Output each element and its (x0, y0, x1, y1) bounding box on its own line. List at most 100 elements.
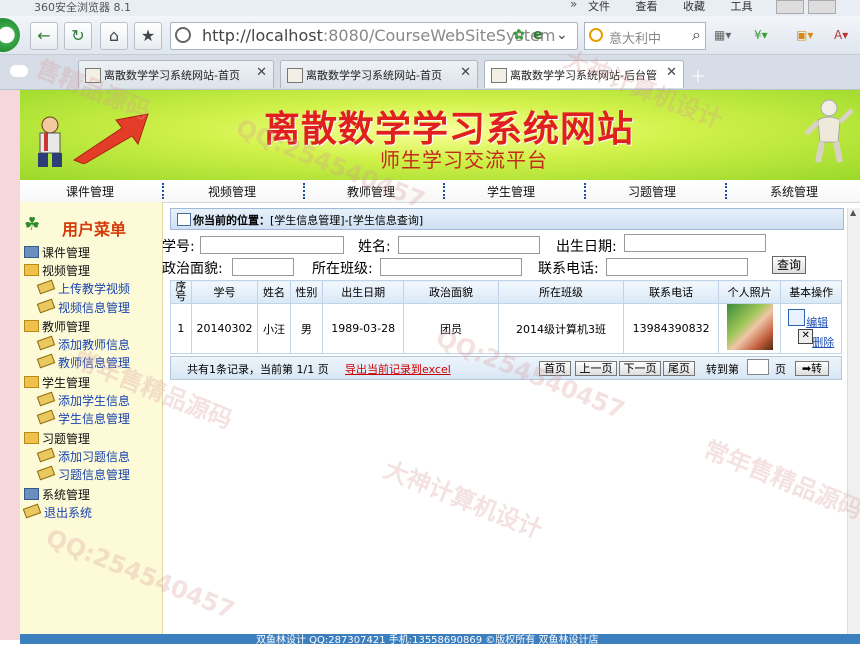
cloud-icon[interactable] (10, 65, 28, 77)
skin-icon[interactable] (776, 0, 804, 14)
sidebar-link-label: 上传教学视频 (58, 282, 131, 296)
browser-nav-bar: ← ↻ ⌂ ★ http://localhost:8080/CourseWebS… (0, 16, 860, 55)
prev-page-button[interactable]: 上一页 (575, 361, 617, 376)
sidebar-item-logout[interactable]: 退出系统 (22, 503, 92, 521)
page-favicon-icon (287, 68, 303, 83)
browser-logo-icon (0, 18, 20, 52)
sidebar-item-student[interactable]: 学生管理 (24, 374, 90, 391)
menu-tools[interactable]: 工具 (731, 0, 753, 13)
toolbar-translate-icon[interactable]: A▾ (834, 28, 848, 42)
next-page-button[interactable]: 下一页 (619, 361, 661, 376)
goto-page-input[interactable] (747, 359, 769, 375)
address-bar[interactable]: http://localhost:8080/CourseWebSiteSyste… (170, 22, 578, 50)
dropdown-chevron-icon[interactable]: ⌄ (556, 27, 568, 43)
first-page-button[interactable]: 首页 (539, 361, 571, 376)
new-tab-icon[interactable]: ＋ (690, 63, 706, 87)
sidebar-item-courseware[interactable]: 课件管理 (24, 244, 90, 261)
delete-icon[interactable]: ✕ (798, 329, 814, 344)
favorite-star-icon[interactable]: ★ (134, 22, 162, 50)
sidebar-item-label: 学生管理 (42, 376, 91, 390)
col-header-photo: 个人照片 (717, 280, 782, 304)
sidebar-item-upload-video[interactable]: 上传教学视频 (36, 279, 131, 297)
name-input[interactable] (398, 236, 540, 254)
sidebar-link-label: 学生信息管理 (58, 412, 131, 426)
delete-link[interactable]: 删除 (812, 334, 834, 350)
location-icon (177, 213, 191, 226)
tab-admin[interactable]: 离散数学学习系统网站-后台管 ✕ (484, 60, 684, 88)
cell-index: 1 (170, 303, 192, 354)
sidebar-item-label: 习题管理 (42, 432, 91, 446)
nav-video[interactable]: 视频管理 (162, 183, 302, 200)
address-url[interactable]: http://localhost:8080/CourseWebSiteSyste… (202, 26, 555, 45)
sidebar-item-add-student[interactable]: 添加学生信息 (36, 391, 131, 409)
nav-teacher[interactable]: 教师管理 (301, 183, 441, 200)
sidebar-item-teacher[interactable]: 教师管理 (24, 318, 90, 335)
export-excel-link[interactable]: 导出当前记录到excel (345, 361, 451, 377)
toolbar-money-icon[interactable]: ¥▾ (754, 28, 768, 42)
query-button[interactable]: 查询 (772, 256, 806, 274)
sidebar-item-student-manage[interactable]: 学生信息管理 (36, 409, 131, 427)
birth-input[interactable] (624, 234, 766, 252)
tab-home-1[interactable]: 离散数学学习系统网站-首页 ✕ (78, 60, 274, 88)
toolbar-grid-icon[interactable]: ▦▾ (714, 28, 731, 42)
sidebar-item-video[interactable]: 视频管理 (24, 262, 90, 279)
refresh-icon[interactable]: ↻ (64, 22, 92, 50)
class-select[interactable] (380, 258, 522, 276)
tab-home-2[interactable]: 离散数学学习系统网站-首页 ✕ (280, 60, 478, 88)
search-engine-icon[interactable] (589, 28, 603, 42)
toolbar-app-icon[interactable]: ▣▾ (796, 28, 813, 42)
nav-system[interactable]: 系统管理 (724, 183, 860, 200)
class-label: 所在班级: (312, 261, 373, 277)
edit-icon[interactable] (788, 309, 806, 326)
pencil-icon (36, 409, 56, 425)
sidebar-link-label: 教师信息管理 (58, 356, 131, 370)
close-tab-icon[interactable]: ✕ (460, 65, 471, 80)
last-page-button[interactable]: 尾页 (663, 361, 695, 376)
col-header-phone: 联系电话 (623, 280, 719, 304)
student-no-input[interactable] (200, 236, 344, 254)
student-photo (726, 304, 773, 350)
sidebar-item-add-exercise[interactable]: 添加习题信息 (36, 447, 130, 465)
political-select[interactable] (232, 258, 294, 276)
site-subtitle: 师生学习交流平台 (380, 148, 548, 172)
vertical-scrollbar[interactable]: ▲ (847, 208, 860, 640)
search-placeholder: 意大利中 (609, 32, 662, 47)
ie-mode-icon[interactable]: e (533, 27, 543, 43)
home-icon[interactable]: ⌂ (100, 22, 128, 50)
nav-student[interactable]: 学生管理 (441, 183, 581, 200)
web-page: 离散数学学习系统网站 师生学习交流平台 课件管理 视频管理 教师管理 学生管理 … (0, 90, 860, 646)
name-label: 姓名: (358, 239, 391, 255)
sidebar-item-exercise-manage[interactable]: 习题信息管理 (36, 465, 130, 483)
go-button[interactable]: ➡转 (795, 361, 829, 376)
sidebar-link-label: 添加学生信息 (58, 394, 131, 408)
birth-label: 出生日期: (556, 239, 617, 255)
phone-input[interactable] (606, 258, 748, 276)
close-tab-icon[interactable]: ✕ (666, 65, 677, 80)
search-box[interactable]: 意大利中 ⌕ (584, 22, 706, 50)
nav-exercise[interactable]: 习题管理 (582, 183, 722, 200)
cartoon-man-icon (38, 116, 62, 167)
menu-file[interactable]: 文件 (588, 0, 610, 13)
sidebar-item-teacher-manage[interactable]: 教师信息管理 (36, 353, 131, 371)
close-tab-icon[interactable]: ✕ (256, 65, 267, 80)
security-shield-icon (175, 27, 191, 43)
scroll-up-icon[interactable]: ▲ (850, 208, 856, 217)
nav-courseware[interactable]: 课件管理 (20, 183, 160, 200)
speedup-icon[interactable]: ✿ (513, 27, 525, 43)
menu-view[interactable]: 查看 (636, 0, 658, 13)
search-icon[interactable]: ⌕ (692, 25, 701, 45)
sidebar-item-add-teacher[interactable]: 添加教师信息 (36, 335, 130, 353)
col-header-birth: 出生日期 (321, 280, 405, 304)
record-info: 共有1条记录，当前第 1/1 页 (187, 363, 329, 376)
pencil-icon (36, 335, 56, 351)
sidebar-item-video-manage[interactable]: 视频信息管理 (36, 298, 130, 316)
tab-label: 离散数学学习系统网站-后台管 (510, 69, 657, 82)
sidebar-item-system[interactable]: 系统管理 (24, 486, 90, 503)
sidebar-item-exercise[interactable]: 习题管理 (24, 430, 90, 447)
menu-favorites[interactable]: 收藏 (683, 0, 705, 13)
minimize-icon[interactable] (808, 0, 836, 14)
back-icon[interactable]: ← (30, 22, 58, 50)
pencil-icon (36, 353, 56, 369)
edit-link[interactable]: 编辑 (806, 314, 828, 330)
folder-icon (24, 376, 39, 388)
